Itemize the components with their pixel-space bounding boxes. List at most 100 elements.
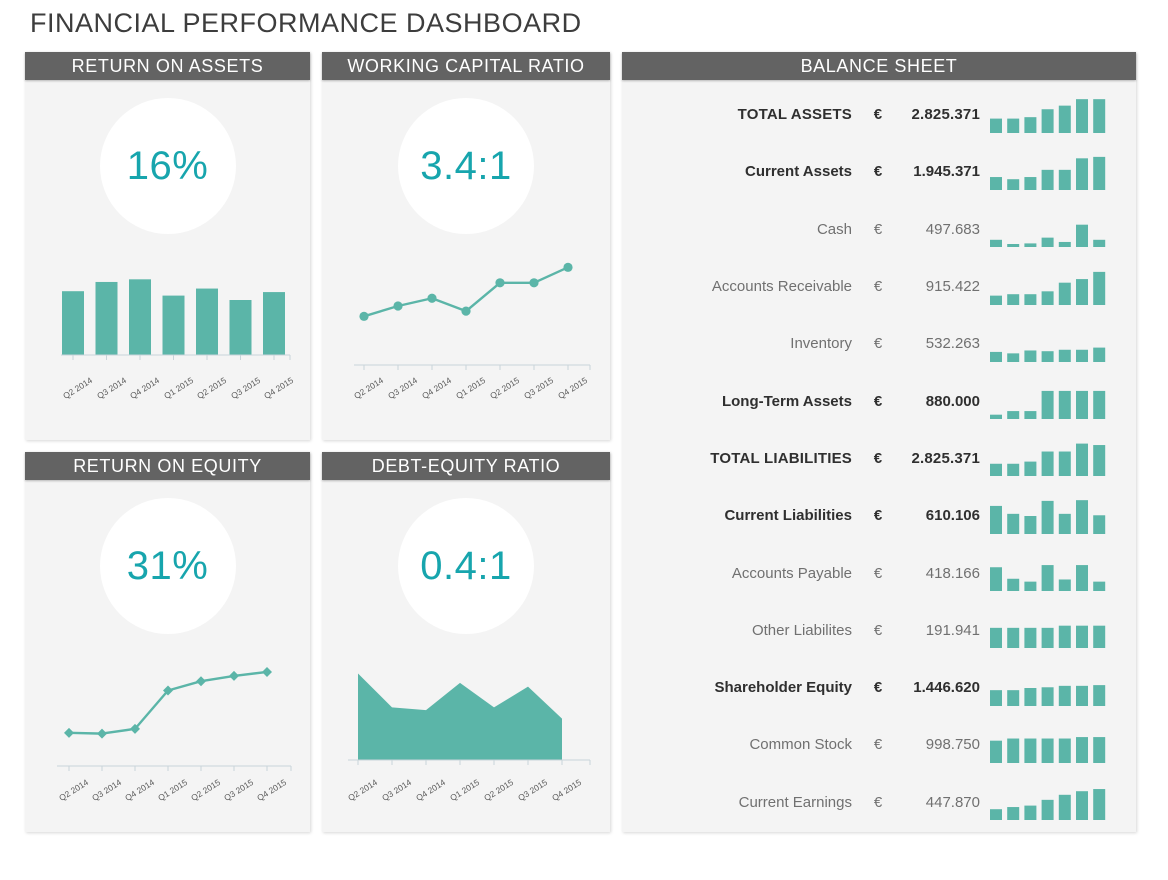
sparkline-bar xyxy=(1058,451,1071,477)
sparkline-bar xyxy=(1007,578,1020,592)
sparkline-bar xyxy=(1076,278,1088,305)
balance-sheet-row: Current Liabilities €610.106 xyxy=(622,487,1136,544)
sparkline-bar xyxy=(1024,515,1037,534)
panel-title-return-on-assets: RETURN ON ASSETS xyxy=(71,55,264,76)
panel-debt-equity-ratio: DEBT-EQUITY RATIO 0.4:1 Q2 2014 Q3 2014 Q4… xyxy=(322,452,610,832)
sparkline-bar xyxy=(990,628,1002,649)
sparkline-bars xyxy=(990,684,1106,706)
sparkline-bar xyxy=(1007,628,1020,649)
panel-working-capital-ratio: WORKING CAPITAL RATIO 3.4:1 Q2 2014 Q3 20… xyxy=(322,52,610,440)
kpi-value-return-on-assets: 16% xyxy=(126,143,209,188)
sparkline-bar xyxy=(990,567,1002,592)
sparkline-bar xyxy=(1041,391,1054,420)
data-point-marker xyxy=(563,262,573,272)
sparkline-bar xyxy=(1093,736,1106,763)
balance-sheet-row: Current Earnings €447.870 xyxy=(622,774,1136,831)
panel-body-debt-equity-ratio: 0.4:1 Q2 2014 Q3 2014 Q4 2014 Q1 2015 Q2 201… xyxy=(322,480,610,832)
sparkline-bar xyxy=(1093,98,1106,133)
sparkline-bar xyxy=(1024,176,1037,190)
row-currency: € xyxy=(873,793,883,811)
row-value: 447.870 xyxy=(925,793,980,811)
panel-header-working-capital-ratio: WORKING CAPITAL RATIO xyxy=(322,52,610,80)
row-value: 1.945.371 xyxy=(913,163,980,181)
row-currency: € xyxy=(873,278,883,296)
sparkline-bar xyxy=(1076,158,1088,190)
sparkline-bar xyxy=(1007,807,1020,821)
data-point-marker xyxy=(427,293,437,303)
sparkline-bar xyxy=(1058,349,1071,362)
sparkline-bar xyxy=(990,809,1002,821)
sparkline-bar xyxy=(1076,565,1088,592)
row-label: Inventory xyxy=(790,335,852,353)
sparkline-bar xyxy=(1041,800,1054,821)
sparkline-bar xyxy=(1093,156,1106,190)
sparkline-bar xyxy=(1093,240,1106,248)
sparkline-bar xyxy=(1076,349,1088,362)
sparkline-bar xyxy=(1024,628,1037,649)
sparkline-bar xyxy=(1058,795,1071,821)
sparkline-bar xyxy=(1058,391,1071,420)
sparkline-bar xyxy=(1041,565,1054,592)
row-label: Current Earnings xyxy=(738,793,852,811)
bar xyxy=(162,295,185,355)
sparkline-bar xyxy=(1058,579,1071,592)
sparkline-bar xyxy=(1041,108,1054,133)
row-label: Current Assets xyxy=(745,163,852,181)
sparkline-bar xyxy=(1024,293,1037,305)
sparkline-bar xyxy=(1093,581,1106,592)
row-currency: € xyxy=(873,106,883,124)
chart-return-on-equity: Q2 2014 Q3 2014 Q4 2014 Q1 2015 Q2 2015 Q3 20… xyxy=(25,652,310,827)
sparkline-bar xyxy=(1007,411,1020,420)
row-currency: € xyxy=(873,736,883,754)
row-value: 497.683 xyxy=(925,220,980,238)
sparkline-bars xyxy=(990,271,1106,305)
row-value: 880.000 xyxy=(925,392,980,410)
sparkline-bar xyxy=(990,464,1002,477)
sparkline-bar xyxy=(1024,805,1037,821)
data-point-marker xyxy=(196,676,206,687)
row-value: 2.825.371 xyxy=(911,106,980,124)
data-point-marker xyxy=(64,727,74,738)
sparkline-bar xyxy=(1041,686,1054,706)
axis-labels-debt-equity-ratio: Q2 2014 Q3 2014 Q4 2014 Q1 2015 Q2 2015 Q3 20… xyxy=(322,777,610,827)
line-series xyxy=(68,670,268,735)
sparkline-bar xyxy=(1093,271,1106,305)
sparkline-bar xyxy=(990,414,1002,420)
bar xyxy=(229,300,252,355)
axis-labels-return-on-equity: Q2 2014 Q3 2014 Q4 2014 Q1 2015 Q2 2015 Q3 20… xyxy=(25,777,310,827)
sparkline-bar xyxy=(1041,738,1054,763)
row-value: 2.825.371 xyxy=(911,449,980,467)
row-currency: € xyxy=(873,220,883,238)
sparkline-bar xyxy=(1024,462,1037,477)
sparkline-bar xyxy=(1007,244,1020,248)
sparkline-bar xyxy=(1024,350,1037,362)
sparkline-bar xyxy=(1058,625,1071,649)
sparkline-bar xyxy=(1007,738,1020,763)
sparkline-bar xyxy=(1007,293,1020,305)
sparkline-bar xyxy=(1093,789,1106,821)
row-currency: € xyxy=(873,507,883,525)
row-label: Shareholder Equity xyxy=(714,679,852,697)
sparkline-bar xyxy=(1076,736,1088,763)
kpi-circle-return-on-assets: 16% xyxy=(99,98,236,234)
sparkline-bars xyxy=(990,156,1106,190)
sparkline-bar xyxy=(1093,445,1106,477)
sparkline-bar xyxy=(1024,243,1037,248)
row-currency: € xyxy=(873,449,883,467)
sparkline-bar xyxy=(1007,179,1020,190)
sparkline-bar xyxy=(1058,738,1071,763)
sparkline-bar xyxy=(1093,391,1106,420)
data-point-marker xyxy=(461,306,471,316)
sparkline-bar xyxy=(1076,791,1088,821)
sparkline-bar xyxy=(1041,451,1054,477)
balance-sheet-table: TOTAL ASSETS €2.825.371 Current Assets €1.9… xyxy=(622,80,1136,831)
sparkline-bar xyxy=(990,240,1002,248)
sparkline-bar xyxy=(1093,514,1106,534)
data-point-marker xyxy=(229,670,239,681)
sparkline-bar xyxy=(990,740,1002,763)
sparkline-bar xyxy=(1058,685,1071,706)
bar xyxy=(196,288,218,355)
sparkline-bar xyxy=(1041,628,1054,649)
sparkline-bar xyxy=(1041,237,1054,248)
row-label: Common Stock xyxy=(749,736,852,754)
